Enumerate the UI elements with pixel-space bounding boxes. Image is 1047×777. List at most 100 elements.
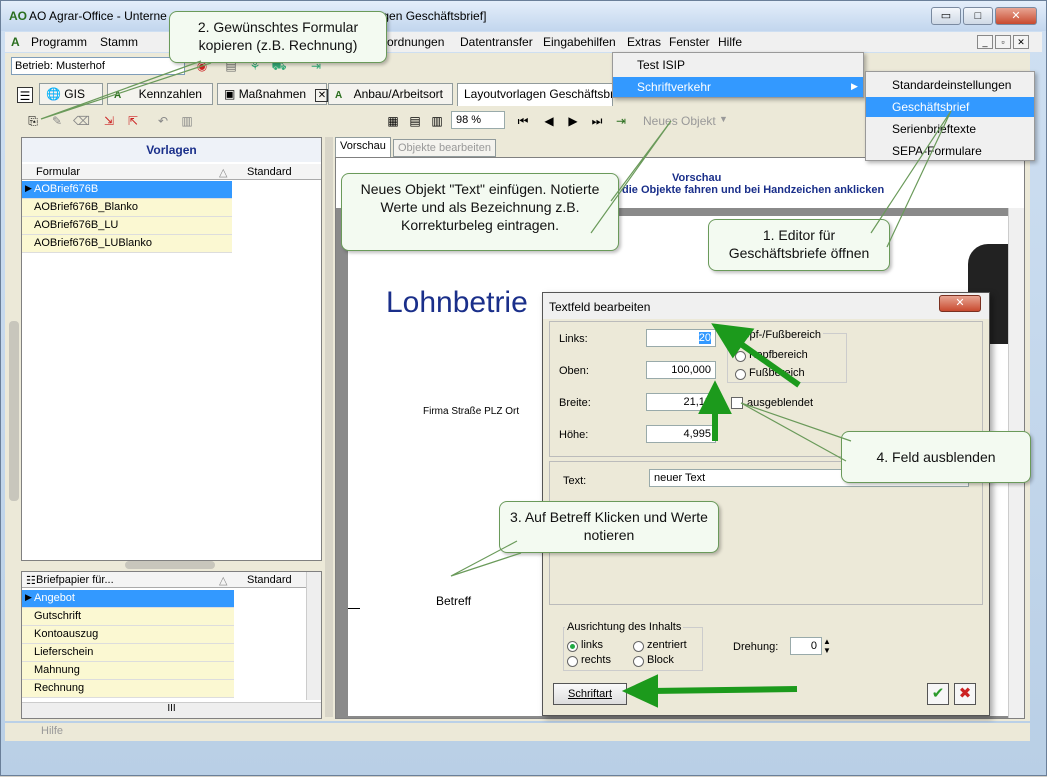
delete-icon[interactable]: ⌫ [73, 113, 90, 129]
save-icon[interactable]: ▥ [179, 113, 195, 129]
menu-item-test-isip[interactable]: Test ISIP [637, 58, 685, 72]
row-name: Mahnung [34, 664, 80, 676]
vorlagen-header: Formular △ Standard [22, 164, 321, 180]
drehung-field[interactable]: 0 [790, 637, 822, 655]
tab-vorschau-label: Vorschau [340, 140, 386, 152]
export-doc-icon[interactable]: ⇱ [125, 113, 141, 129]
col-briefpapier[interactable]: Briefpapier für... [36, 574, 114, 586]
menu-datentransfer[interactable]: Datentransfer [460, 35, 533, 49]
page-fit-icon[interactable]: ▥ [429, 113, 445, 129]
menu-item-standardeinstellungen[interactable]: Standardeinstellungen [892, 78, 1011, 92]
kopfbereich-radio[interactable] [735, 351, 746, 362]
letter-betreff[interactable]: Betreff [436, 594, 471, 608]
first-page-icon[interactable]: ⏮ [515, 113, 531, 129]
tab-massnahmen[interactable]: ▣ Maßnahmen ✕ [217, 83, 329, 105]
fussbereich-radio[interactable] [735, 369, 746, 380]
undo-icon[interactable]: ↶ [155, 113, 171, 129]
page-view-icon[interactable]: ▦ [385, 113, 401, 129]
briefpapier-row[interactable]: ▶ Angebot [22, 590, 234, 608]
row-name: Lieferschein [34, 646, 94, 658]
last-page-icon[interactable]: ⏭ [589, 113, 605, 129]
left-splitter[interactable] [9, 321, 19, 501]
letter-address[interactable]: Firma Straße PLZ Ort [423, 406, 519, 417]
menu-extras[interactable]: Extras [627, 35, 661, 49]
tab-gis[interactable]: 🌐 GIS [39, 83, 103, 105]
vorlagen-row[interactable]: ▶ AOBrief676B [22, 181, 232, 199]
hoehe-field[interactable]: 4,995 [646, 425, 716, 443]
copy-icon[interactable]: ⎘ [25, 113, 41, 129]
menu-item-geschaeftsbrief[interactable]: Geschäftsbrief [866, 97, 1034, 117]
oben-field[interactable]: 100,000 [646, 361, 716, 379]
prev-page-icon[interactable]: ◀ [541, 113, 557, 129]
import-icon[interactable]: ⇲ [101, 113, 117, 129]
align-rechts-radio[interactable] [567, 656, 578, 667]
align-zentriert-radio[interactable] [633, 641, 644, 652]
app-window: AO AO Agrar-Office - Unterne lagen Gesch… [0, 0, 1047, 776]
next-page-icon[interactable]: ▶ [565, 113, 581, 129]
menu-item-sepa[interactable]: SEPA-Formulare [892, 144, 982, 158]
schriftart-button[interactable]: Schriftart [553, 683, 627, 705]
tab-gis-label: GIS [64, 87, 85, 101]
briefpapier-row[interactable]: Rechnung [22, 680, 234, 698]
spinner-icon[interactable]: ▲ ▼ [823, 637, 831, 655]
tab-layoutvorlagen[interactable]: Layoutvorlagen Geschäftsbrief [457, 83, 613, 106]
briefpapier-row[interactable]: Mahnung [22, 662, 234, 680]
links-field[interactable]: 20 [646, 329, 716, 347]
breite-label: Breite: [559, 397, 591, 409]
col-formular[interactable]: Formular [36, 166, 80, 178]
new-object-button[interactable]: Neues Objekt [643, 114, 716, 128]
tab-anbau[interactable]: A Anbau/Arbeitsort [328, 83, 453, 105]
sort-icon[interactable]: △ [219, 574, 227, 587]
zoom-input[interactable]: 98 % [451, 111, 505, 129]
maximize-button[interactable]: □ [963, 7, 993, 25]
page-width-icon[interactable]: ▤ [407, 113, 423, 129]
menu-item-schriftverkehr[interactable]: Schriftverkehr ▶ [613, 77, 863, 97]
list-view-icon[interactable]: ☰ [17, 87, 33, 103]
align-links-radio[interactable] [567, 641, 578, 652]
menu-verordnungen[interactable]: rordnungen [383, 35, 444, 49]
briefpapier-row[interactable]: Kontoauszug [22, 626, 234, 644]
vorlagen-row[interactable]: AOBrief676B_LU [22, 217, 232, 235]
align-block-radio[interactable] [633, 656, 644, 667]
center-splitter[interactable] [325, 137, 333, 717]
vorlagen-row[interactable]: AOBrief676B_LUBlanko [22, 235, 232, 253]
vorlagen-row[interactable]: AOBrief676B_Blanko [22, 199, 232, 217]
ausgeblendet-checkbox[interactable] [731, 397, 743, 409]
menu-hilfe[interactable]: Hilfe [718, 35, 742, 49]
menu-programm[interactable]: Programm [31, 35, 87, 49]
col-standard[interactable]: Standard [247, 166, 292, 178]
mdi-minimize-icon[interactable]: _ [977, 35, 993, 49]
minimize-button[interactable]: ▭ [931, 7, 961, 25]
mdi-restore-icon[interactable]: ▫ [995, 35, 1011, 49]
breite-field[interactable]: 21,18 [646, 393, 716, 411]
tab-anbau-label: Anbau/Arbeitsort [353, 87, 443, 101]
sort-icon[interactable]: △ [219, 166, 227, 179]
horizontal-splitter[interactable] [125, 561, 215, 569]
edit-icon[interactable]: ✎ [49, 113, 65, 129]
close-button[interactable]: ✕ [995, 7, 1037, 25]
chevron-down-icon[interactable]: ▼ [719, 114, 728, 124]
tab-kennzahlen[interactable]: A Kennzahlen [107, 83, 213, 105]
menu-eingabehilfen[interactable]: Eingabehilfen [543, 35, 616, 49]
ok-button[interactable]: ✔ [927, 683, 949, 705]
briefpapier-row[interactable]: Gutschrift [22, 608, 234, 626]
tab-vorschau[interactable]: Vorschau [335, 137, 391, 157]
close-tab-icon[interactable]: ✕ [315, 89, 329, 102]
extras-menu: Test ISIP Schriftverkehr ▶ [612, 52, 864, 98]
dialog-close-button[interactable]: ✕ [939, 295, 981, 312]
betrieb-select[interactable]: Betrieb: Musterhof [11, 57, 185, 75]
letter-title[interactable]: Lohnbetrie [386, 286, 528, 320]
insert-icon[interactable]: ⇥ [613, 113, 629, 129]
col-standard[interactable]: Standard [247, 574, 292, 586]
briefpapier-row[interactable]: Lieferschein [22, 644, 234, 662]
menu-stamm[interactable]: Stamm [100, 35, 138, 49]
horizontal-scrollbar[interactable]: III [22, 702, 321, 718]
cancel-button[interactable]: ✖ [954, 683, 976, 705]
menu-fenster[interactable]: Fenster [669, 35, 710, 49]
callout-formular-kopieren: 2. Gewünschtes Formular kopieren (z.B. R… [169, 11, 387, 63]
status-bar: Hilfe [5, 723, 1030, 741]
tab-objekte[interactable]: Objekte bearbeiten [393, 139, 496, 157]
vertical-scrollbar[interactable] [306, 572, 321, 700]
mdi-close-icon[interactable]: ✕ [1013, 35, 1029, 49]
menu-item-serienbrieftexte[interactable]: Serienbrieftexte [892, 122, 976, 136]
